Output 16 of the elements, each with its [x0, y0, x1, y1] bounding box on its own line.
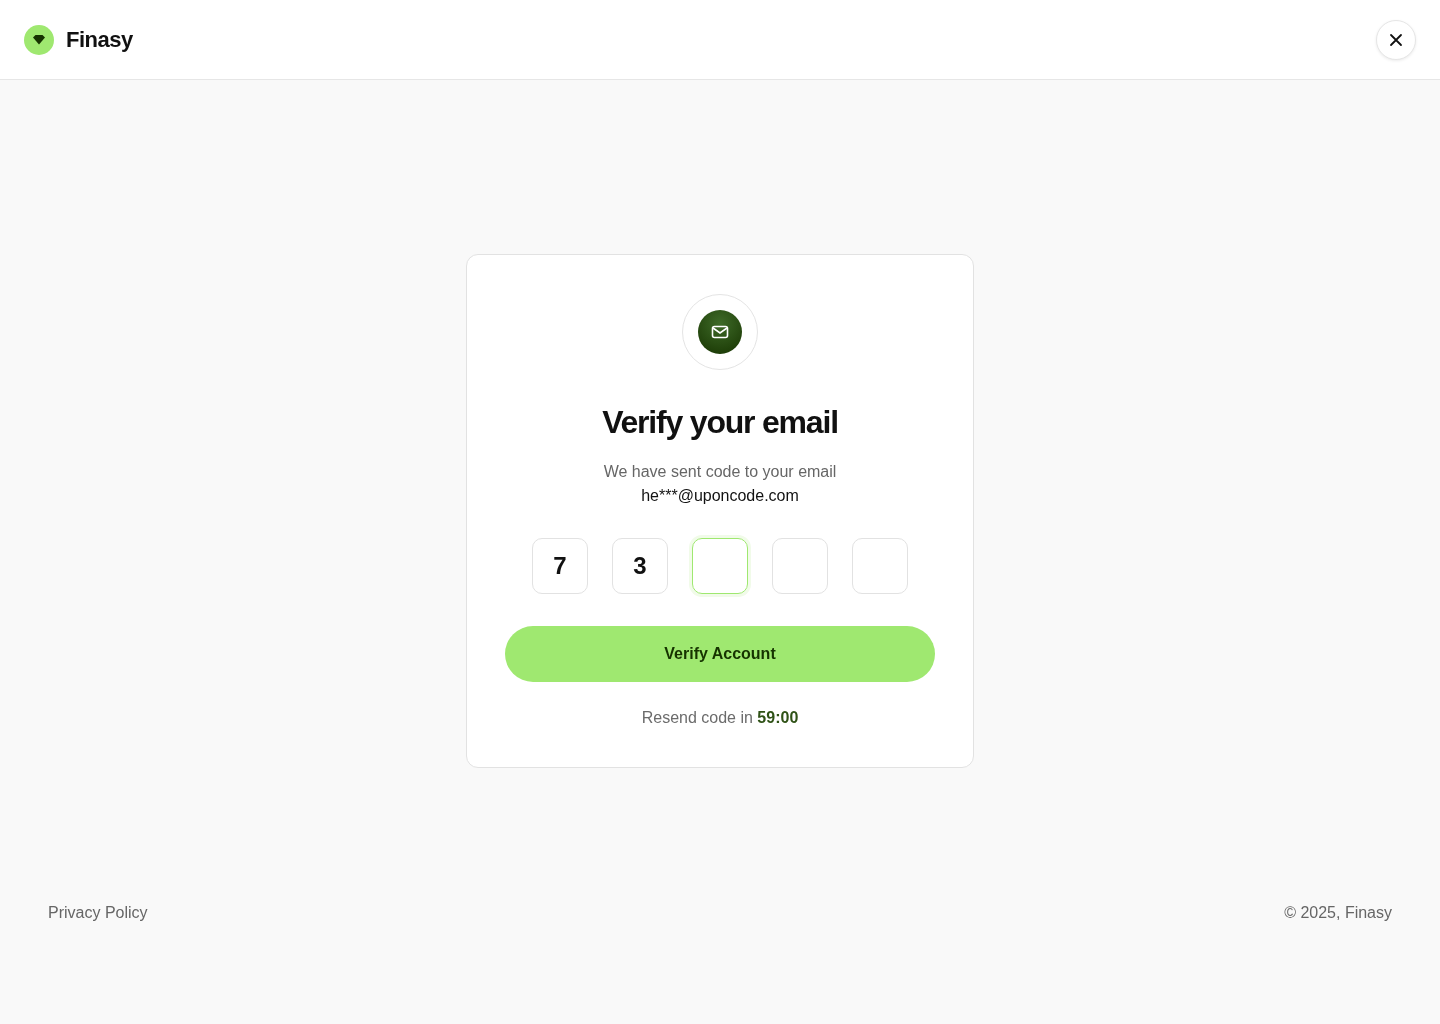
code-digit-field[interactable]: 3	[612, 538, 668, 594]
card-title: Verify your email	[602, 404, 838, 441]
code-digit-field[interactable]: 7	[532, 538, 588, 594]
resend-timer-text: Resend code in 59:00	[641, 709, 799, 727]
code-digit-field[interactable]	[852, 538, 908, 594]
privacy-policy-link[interactable]: Privacy Policy	[48, 904, 148, 922]
code-digit-field[interactable]	[692, 538, 748, 594]
close-icon[interactable]	[1389, 32, 1403, 47]
diamond-logo-icon	[24, 24, 54, 55]
verify-button[interactable]: Verify Account	[505, 626, 935, 682]
copyright-text: © 2025, Finasy	[1284, 904, 1392, 922]
email-address: he***@uponcode.com	[641, 487, 799, 505]
code-digit-field[interactable]	[772, 538, 828, 594]
subtitle: We have sent code to your email	[603, 463, 837, 481]
close-button[interactable]	[1376, 19, 1416, 60]
brand-name: Finasy	[66, 26, 133, 53]
